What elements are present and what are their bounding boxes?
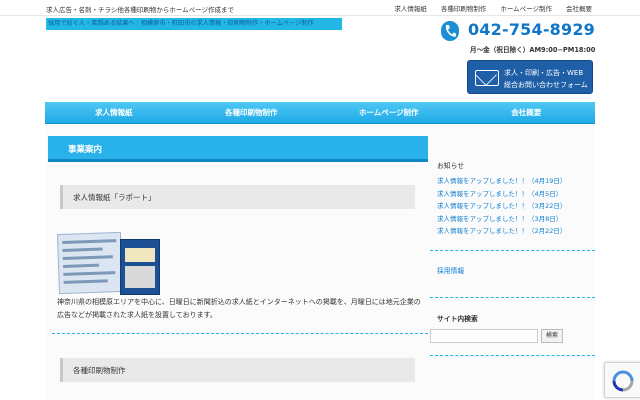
- subsection-title: 各種印刷物制作: [73, 366, 126, 375]
- brochure-front-cover: [120, 239, 160, 295]
- contact-button-line1: 求人・印刷・広告・WEB: [504, 69, 584, 77]
- top-link-printing[interactable]: 各種印刷物制作: [441, 3, 487, 13]
- logo-area: [46, 30, 342, 94]
- top-bar: 求人広告・名刺・チラシ他各種印刷物からホームページ作成まで 求人情報紙 各種印刷…: [0, 0, 640, 16]
- nav-item-printing[interactable]: 各種印刷物制作: [183, 102, 321, 123]
- recruit-info-link[interactable]: 採用情報: [437, 265, 464, 275]
- business-hours: 月～金（祝日除く）AM9:00−PM18:00: [470, 46, 596, 54]
- top-link-company[interactable]: 会社概要: [566, 3, 592, 13]
- nav-item-recruit-paper[interactable]: 求人情報紙: [45, 102, 183, 123]
- subsection-header-recruit-paper: 求人情報紙「ラポート」: [60, 185, 415, 209]
- top-link-homepage[interactable]: ホームページ制作: [500, 3, 552, 13]
- recaptcha-icon: [612, 370, 634, 392]
- subsection-header-printing: 各種印刷物制作: [60, 358, 415, 382]
- mail-icon: [475, 70, 499, 86]
- contact-form-button[interactable]: 求人・印刷・広告・WEB 総合お問い合わせフォーム: [467, 60, 593, 94]
- news-title: お知らせ: [437, 162, 465, 170]
- contact-button-line2: 総合お問い合わせフォーム: [504, 81, 588, 89]
- site-search-button[interactable]: 検索: [541, 329, 563, 343]
- news-item[interactable]: 求人情報をアップしました！！（4月19日）: [437, 175, 566, 188]
- section-header: 事業案内: [48, 136, 428, 162]
- site-logo-alt-text[interactable]: 採用で紡ぐ人・笑顔ある結果へ｜相模原市・町田市の求人情報・印刷物制作・ホームペー…: [46, 18, 342, 30]
- phone-number[interactable]: 042-754-8929: [468, 20, 595, 39]
- main-navigation: 求人情報紙 各種印刷物制作 ホームページ制作 会社概要: [45, 102, 595, 124]
- top-links: 求人情報紙 各種印刷物制作 ホームページ制作 会社概要: [394, 3, 592, 13]
- top-link-recruit-paper[interactable]: 求人情報紙: [394, 3, 427, 13]
- nav-item-company[interactable]: 会社概要: [458, 102, 596, 123]
- news-item[interactable]: 求人情報をアップしました！！（3月8日）: [437, 213, 566, 226]
- news-list: 求人情報をアップしました！！（4月19日） 求人情報をアップしました！！（4月5…: [437, 175, 566, 238]
- recruit-paper-image[interactable]: [56, 231, 162, 295]
- section-title: 事業案内: [68, 145, 103, 155]
- divider: [52, 333, 428, 334]
- recaptcha-badge[interactable]: [604, 362, 640, 398]
- divider: [430, 297, 595, 298]
- news-item[interactable]: 求人情報をアップしました！！（2月22日）: [437, 225, 566, 238]
- phone-icon: [441, 21, 459, 41]
- nav-item-homepage[interactable]: ホームページ制作: [320, 102, 458, 123]
- news-item[interactable]: 求人情報をアップしました！！（3月22日）: [437, 200, 566, 213]
- site-search-input[interactable]: [430, 329, 538, 343]
- recruit-paper-description: 神奈川県の相模原エリアを中心に、日曜日に新聞折込の求人紙とインターネットへの掲載…: [57, 298, 421, 319]
- divider: [430, 355, 595, 356]
- news-item[interactable]: 求人情報をアップしました！！（4月5日）: [437, 188, 566, 201]
- site-tagline: 求人広告・名刺・チラシ他各種印刷物からホームページ作成まで: [46, 6, 235, 14]
- divider: [430, 250, 595, 251]
- subsection-title: 求人情報紙「ラポート」: [73, 193, 156, 202]
- brochure-back-page: [56, 231, 124, 295]
- site-search-title: サイト内検索: [437, 315, 478, 323]
